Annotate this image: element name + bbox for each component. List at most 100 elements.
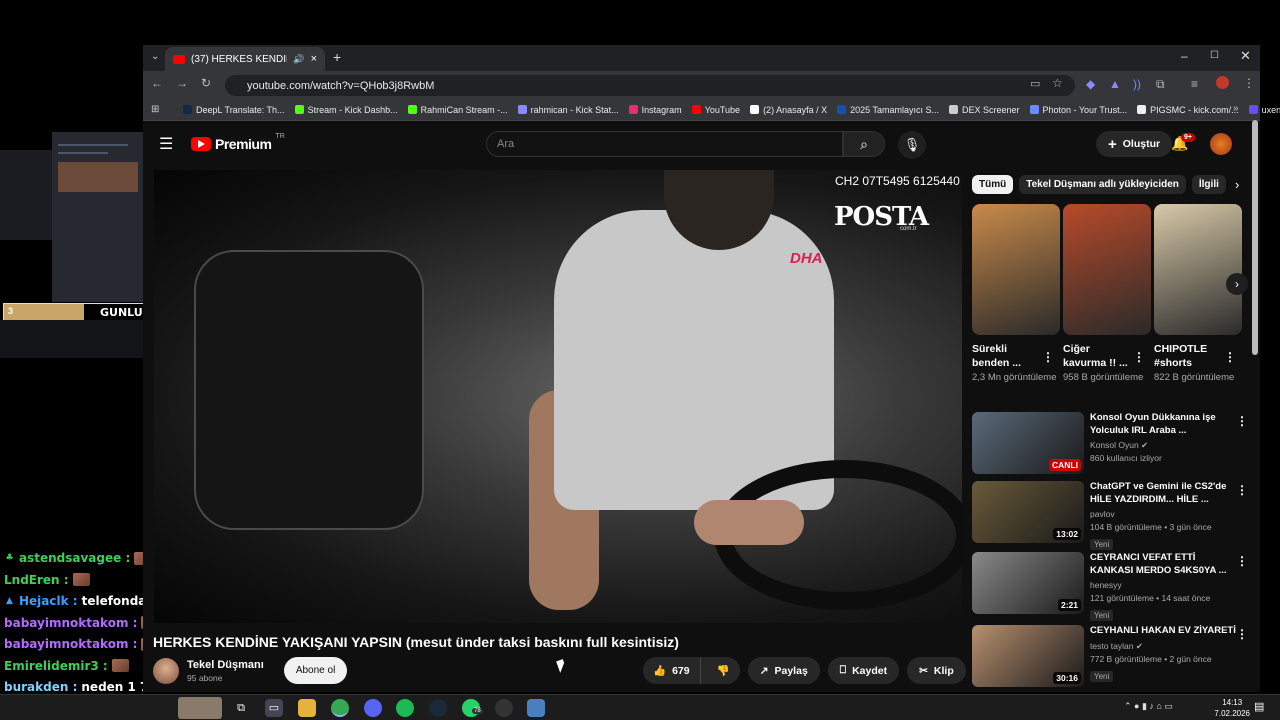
apps-grid-icon[interactable]: ⊞: [151, 104, 159, 115]
shorts-next-icon[interactable]: ›: [1226, 273, 1248, 295]
short-item[interactable]: CHIPOTLE #shorts ⋮ 822 B görüntüleme: [1154, 204, 1242, 384]
bookmark-item[interactable]: RahmiCan Stream -...: [407, 105, 508, 115]
clip-button[interactable]: ✂ Klip: [907, 657, 966, 684]
more-options-icon[interactable]: ⋮: [1236, 414, 1248, 428]
task-view-icon[interactable]: ⧉: [232, 699, 250, 717]
account-avatar[interactable]: [1210, 133, 1232, 155]
subscribe-button[interactable]: Abone ol: [283, 657, 348, 684]
notification-center-icon[interactable]: ▤: [1254, 700, 1264, 713]
short-thumbnail[interactable]: [972, 204, 1060, 335]
profile-avatar[interactable]: [1216, 76, 1229, 89]
app-icon[interactable]: [495, 699, 513, 717]
short-thumbnail[interactable]: [1063, 204, 1151, 335]
bookmark-item[interactable]: YouTube: [691, 105, 740, 115]
cast-icon[interactable]: ▭: [1030, 77, 1040, 90]
filter-chip[interactable]: Tümü: [972, 175, 1014, 194]
bookmark-item[interactable]: Stream - Kick Dashb...: [294, 105, 398, 115]
bookmark-item[interactable]: rahmican - Kick Stat...: [517, 105, 619, 115]
more-options-icon[interactable]: ⋮: [1042, 350, 1054, 364]
short-item[interactable]: Sürekli benden ... ⋮ 2,3 Mn görüntüleme: [972, 204, 1060, 384]
scrollbar[interactable]: [1252, 120, 1258, 355]
chrome-icon[interactable]: [331, 699, 349, 717]
video-title[interactable]: Konsol Oyun Dükkanına işe Yolculuk IRL A…: [1090, 412, 1240, 437]
bookmark-item[interactable]: Photon - Your Trust...: [1029, 105, 1127, 115]
short-title[interactable]: CHIPOTLE #shorts: [1154, 342, 1224, 370]
more-options-icon[interactable]: ⋮: [1224, 350, 1236, 364]
video-title[interactable]: ChatGPT ve Gemini ile CS2'de HİLE YAZDIR…: [1090, 481, 1240, 506]
menu-icon[interactable]: ⋮: [1243, 76, 1255, 90]
maximize-icon[interactable]: ☐: [1210, 50, 1219, 61]
recommended-video[interactable]: 2:21 CEYRANCI VEFAT ETTİ KANKASI MERDO S4…: [972, 552, 1262, 623]
video-title[interactable]: CEYHANLI HAKAN EV ZİYARETİ: [1090, 625, 1240, 638]
like-button[interactable]: 👍 679: [643, 657, 701, 684]
steam-icon[interactable]: [429, 699, 447, 717]
folder-icon[interactable]: [298, 699, 316, 717]
extension-icon[interactable]: ◆: [1086, 77, 1095, 91]
bookmark-item[interactable]: DeepL Translate: Th...: [183, 105, 285, 115]
media-control-icon[interactable]: ≡: [1191, 77, 1198, 91]
bookmark-item[interactable]: Instagram: [628, 105, 682, 115]
youtube-premium-logo[interactable]: Premium TR: [191, 133, 285, 152]
video-title[interactable]: CEYRANCI VEFAT ETTİ KANKASI MERDO S4KS0Y…: [1090, 552, 1240, 577]
new-tab-icon[interactable]: +: [333, 49, 341, 65]
file-explorer-icon[interactable]: ▭: [265, 699, 283, 717]
video-thumbnail[interactable]: 2:21: [972, 552, 1084, 614]
minimize-icon[interactable]: –: [1181, 49, 1188, 63]
more-bookmarks-icon[interactable]: »: [1233, 103, 1239, 114]
address-bar[interactable]: youtube.com/watch?v=QHob3j8RwbM: [225, 75, 1075, 96]
spotify-icon[interactable]: [396, 699, 414, 717]
hamburger-menu-icon[interactable]: ☰: [159, 134, 173, 154]
dislike-button[interactable]: 👎: [707, 664, 740, 677]
video-thumbnail[interactable]: CANLI: [972, 412, 1084, 474]
tab-search-icon[interactable]: ⌄: [151, 51, 159, 62]
discord-icon[interactable]: [364, 699, 382, 717]
video-thumbnail[interactable]: 13:02: [972, 481, 1084, 543]
reload-icon[interactable]: ↻: [201, 76, 211, 90]
app-icon[interactable]: [527, 699, 545, 717]
bookmark-item[interactable]: DEX Screener: [948, 105, 1020, 115]
short-item[interactable]: Ciğer kavurma !! ... ⋮ 958 B görüntüleme: [1063, 204, 1151, 384]
filter-chip[interactable]: İlgili: [1191, 175, 1226, 194]
save-button[interactable]: ⎕ Kaydet: [827, 657, 900, 684]
taskbar-search-thumbnail[interactable]: [178, 697, 222, 719]
bookmark-item[interactable]: (2) Anasayfa / X: [750, 105, 827, 115]
search-icon[interactable]: ⌕: [843, 131, 885, 157]
tab-close-icon[interactable]: ×: [311, 53, 317, 65]
more-options-icon[interactable]: ⋮: [1236, 554, 1248, 568]
back-icon[interactable]: ←: [151, 76, 163, 90]
more-options-icon[interactable]: ⋮: [1133, 350, 1145, 364]
system-tray-icons[interactable]: ⌃ ● ▮ ♪ ⌂ ▭: [1124, 701, 1173, 712]
bookmark-star-icon[interactable]: ☆: [1052, 76, 1063, 90]
chevron-right-icon[interactable]: ›: [1235, 177, 1239, 192]
short-thumbnail[interactable]: [1154, 204, 1242, 335]
short-title[interactable]: Ciğer kavurma !! ...: [1063, 342, 1133, 370]
channel-name[interactable]: pavlov: [1090, 509, 1115, 519]
short-title[interactable]: Sürekli benden ...: [972, 342, 1042, 370]
channel-name[interactable]: Tekel Düşmanı: [187, 659, 264, 671]
extension-icon[interactable]: ▲: [1109, 77, 1121, 91]
share-button[interactable]: ↗ Paylaş: [747, 657, 820, 684]
recommended-video[interactable]: CANLI Konsol Oyun Dükkanına işe Yolculuk …: [972, 412, 1262, 474]
microphone-icon[interactable]: 🎙: [898, 131, 926, 159]
video-player[interactable]: CH2 07T5495 6125440 POSTA com.tr DHA: [154, 170, 962, 623]
extension-icon[interactable]: )): [1133, 77, 1141, 91]
bookmark-item[interactable]: uxento: [1248, 105, 1280, 115]
clock[interactable]: 14:13 7.02.2026: [1214, 697, 1250, 719]
more-options-icon[interactable]: ⋮: [1236, 627, 1248, 641]
channel-name[interactable]: Konsol Oyun: [1090, 440, 1139, 450]
close-window-icon[interactable]: ✕: [1240, 48, 1251, 64]
create-button[interactable]: + Oluştur: [1096, 131, 1173, 157]
bookmark-item[interactable]: PIGSMC - kick.com/...: [1137, 105, 1239, 115]
filter-chip[interactable]: Tekel Düşmanı adlı yükleyiciden: [1019, 175, 1186, 194]
channel-avatar[interactable]: [153, 657, 179, 684]
search-input[interactable]: Ara: [486, 131, 843, 157]
channel-name[interactable]: henesyy: [1090, 580, 1122, 590]
recommended-video[interactable]: 30:16 CEYHANLI HAKAN EV ZİYARETİ testo tay…: [972, 625, 1262, 687]
recommended-video[interactable]: 13:02 ChatGPT ve Gemini ile CS2'de HİLE Y…: [972, 481, 1262, 552]
forward-icon[interactable]: →: [176, 76, 188, 90]
more-options-icon[interactable]: ⋮: [1236, 483, 1248, 497]
extensions-puzzle-icon[interactable]: ⧉: [1156, 77, 1165, 92]
bookmark-item[interactable]: 2025 Tamamlayıcı S...: [837, 105, 939, 115]
tab-youtube[interactable]: (37) HERKES KENDİNE YAKIŞ 🔊 ×: [165, 47, 325, 71]
channel-name[interactable]: testo taylan: [1090, 641, 1133, 651]
